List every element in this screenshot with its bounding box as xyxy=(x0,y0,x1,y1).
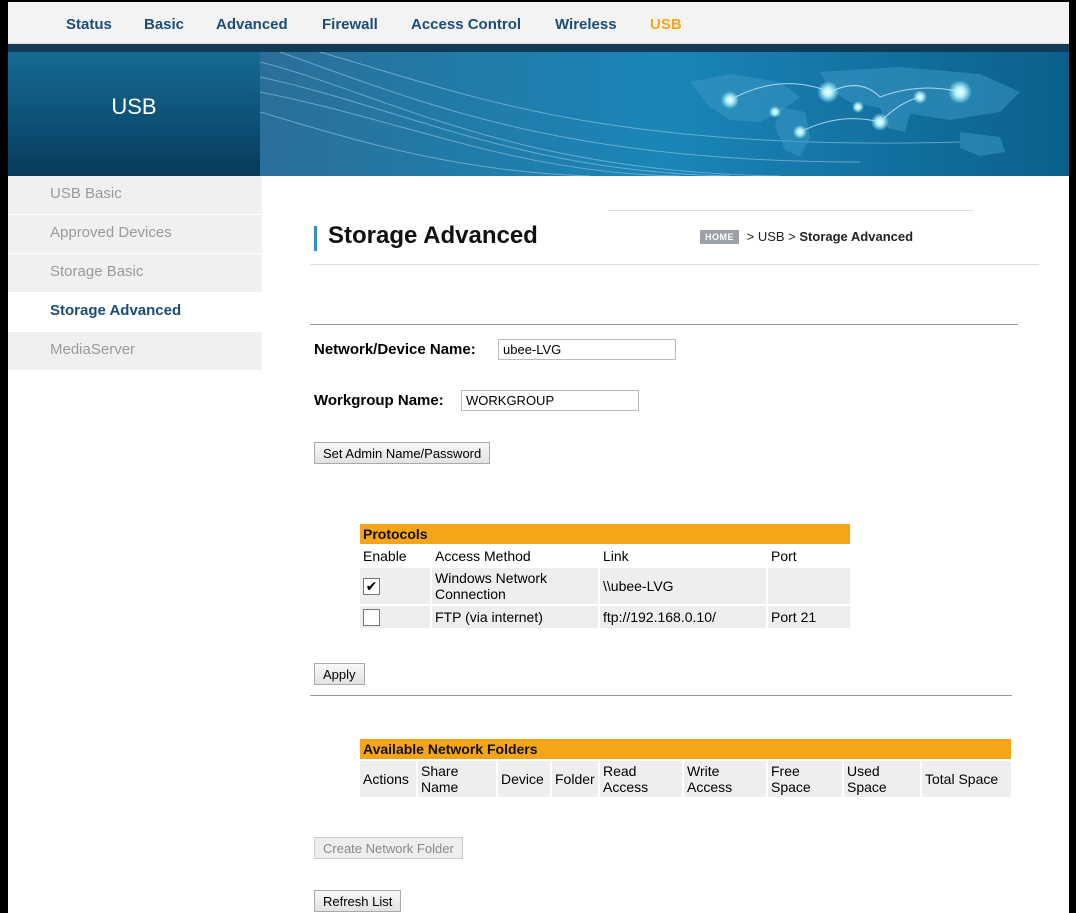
column-header-share-name: Share Name xyxy=(418,761,496,797)
nav-advanced[interactable]: Advanced xyxy=(216,16,288,33)
checkmark-icon: ✔ xyxy=(365,577,378,594)
breadcrumb-usb[interactable]: USB xyxy=(758,229,785,244)
link-cell: ftp://192.168.0.10/ xyxy=(600,606,766,628)
column-header-write-access: Write Access xyxy=(684,761,766,797)
section-divider xyxy=(310,324,1018,325)
top-navigation: Status Basic Advanced Firewall Access Co… xyxy=(8,2,1069,44)
nav-divider-strip xyxy=(8,44,1069,52)
nav-wireless[interactable]: Wireless xyxy=(555,16,617,33)
column-header-port: Port xyxy=(771,548,797,564)
banner-title-panel: USB xyxy=(8,52,260,176)
title-divider-top xyxy=(608,210,973,211)
device-name-label: Network/Device Name: xyxy=(314,341,476,358)
title-divider-bottom xyxy=(310,264,1039,265)
enable-checkbox-windows[interactable]: ✔ xyxy=(363,577,380,595)
set-admin-button[interactable]: Set Admin Name/Password xyxy=(314,442,491,464)
breadcrumb-separator: > xyxy=(743,229,758,244)
apply-button[interactable]: Apply xyxy=(314,663,365,685)
column-header-total-space: Total Space xyxy=(922,761,1011,797)
column-header-enable: Enable xyxy=(363,548,407,564)
create-network-folder-button[interactable]: Create Network Folder xyxy=(314,837,463,859)
workgroup-input[interactable] xyxy=(461,390,639,411)
access-method-cell: Windows Network Connection xyxy=(432,568,598,604)
protocols-table: Protocols Enable Access Method Link Port… xyxy=(358,522,852,630)
page-banner: USB xyxy=(8,52,1069,176)
column-header-used-space: Used Space xyxy=(844,761,920,797)
nav-status[interactable]: Status xyxy=(66,16,112,33)
banner-title: USB xyxy=(111,94,157,119)
sidebar-item-approved-devices[interactable]: Approved Devices xyxy=(8,215,262,254)
refresh-list-button[interactable]: Refresh List xyxy=(314,890,402,912)
table-row: FTP (via internet) ftp://192.168.0.10/ P… xyxy=(360,606,850,628)
column-header-device: Device xyxy=(498,761,550,797)
breadcrumb: HOME > USB > Storage Advanced xyxy=(700,229,913,244)
enable-checkbox-ftp[interactable] xyxy=(363,608,380,626)
home-icon[interactable]: HOME xyxy=(700,230,739,244)
nav-usb[interactable]: USB xyxy=(650,16,682,33)
workgroup-label: Workgroup Name: xyxy=(314,392,444,409)
table-row: ✔ Windows Network Connection \\ubee-LVG xyxy=(360,568,850,604)
column-header-actions: Actions xyxy=(360,761,416,797)
page-title: Storage Advanced xyxy=(328,222,538,249)
title-accent-bar xyxy=(314,226,317,251)
access-method-cell: FTP (via internet) xyxy=(432,606,598,628)
sidebar-item-mediaserver[interactable]: MediaServer xyxy=(8,332,262,371)
nav-basic[interactable]: Basic xyxy=(144,16,184,33)
nav-access-control[interactable]: Access Control xyxy=(411,16,521,33)
port-cell: Port 21 xyxy=(768,606,850,628)
device-name-input[interactable] xyxy=(498,339,676,360)
port-cell xyxy=(768,568,850,604)
link-cell: \\ubee-LVG xyxy=(600,568,766,604)
breadcrumb-separator: > xyxy=(784,229,800,244)
column-header-folder: Folder xyxy=(552,761,598,797)
sidebar: USB Basic Approved Devices Storage Basic… xyxy=(8,176,262,371)
section-divider xyxy=(310,695,1012,696)
sidebar-item-storage-basic[interactable]: Storage Basic xyxy=(8,254,262,293)
nav-firewall[interactable]: Firewall xyxy=(322,16,378,33)
protocols-title: Protocols xyxy=(360,524,850,544)
column-header-read-access: Read Access xyxy=(600,761,682,797)
world-map-graphic xyxy=(260,52,1069,176)
column-header-free-space: Free Space xyxy=(768,761,842,797)
column-header-access-method: Access Method xyxy=(435,548,531,564)
sidebar-item-storage-advanced[interactable]: Storage Advanced xyxy=(8,293,262,332)
sidebar-item-usb-basic[interactable]: USB Basic xyxy=(8,176,262,215)
folders-title: Available Network Folders xyxy=(360,739,1011,759)
column-header-link: Link xyxy=(603,548,629,564)
network-folders-table: Available Network Folders Actions Share … xyxy=(358,737,1013,799)
breadcrumb-current: Storage Advanced xyxy=(799,229,914,244)
